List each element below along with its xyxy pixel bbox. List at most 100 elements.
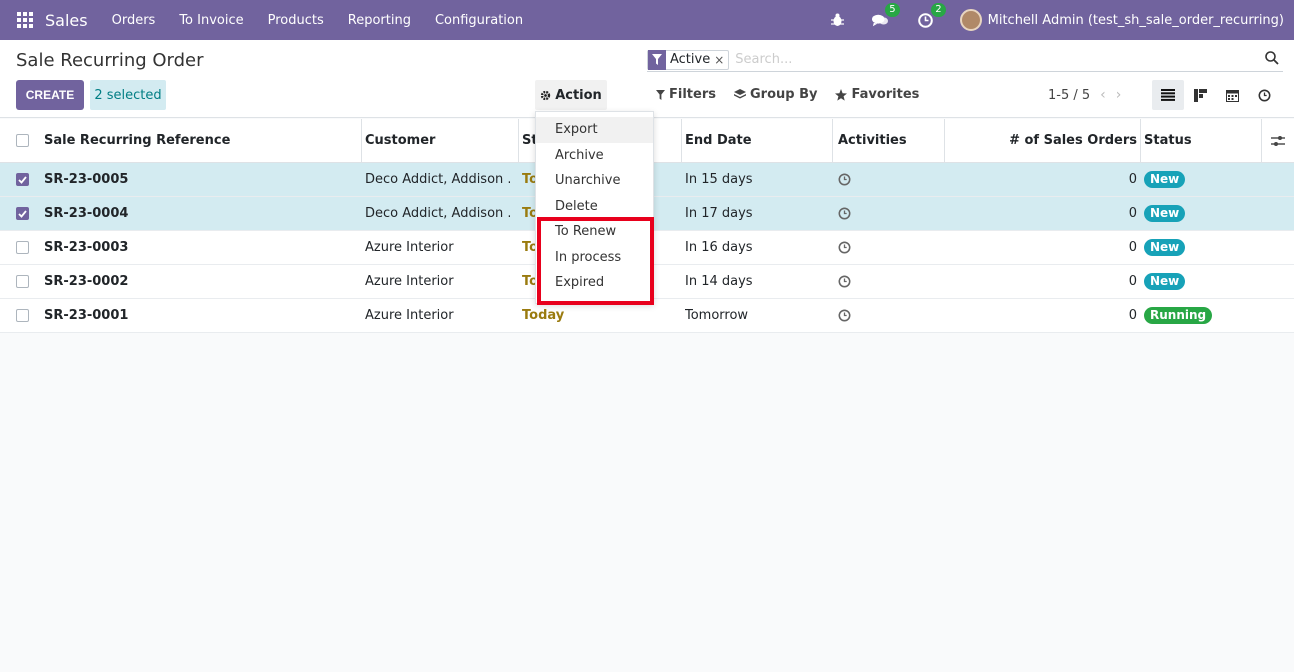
row-sales-orders[interactable]: 0 bbox=[946, 197, 1137, 230]
facet-remove-icon[interactable]: × bbox=[714, 53, 728, 67]
search-options: Filters Group By Favorites bbox=[656, 87, 919, 102]
row-checkbox[interactable] bbox=[16, 207, 29, 220]
row-status-cell: New bbox=[1144, 163, 1262, 196]
calendar-view-icon[interactable] bbox=[1216, 80, 1248, 110]
row-select-cell bbox=[16, 163, 30, 196]
pager-next-icon[interactable]: › bbox=[1116, 87, 1122, 103]
user-avatar[interactable] bbox=[959, 9, 982, 31]
search-input[interactable] bbox=[735, 52, 1256, 67]
col-status[interactable]: Status bbox=[1144, 119, 1262, 162]
search-facet: Active × bbox=[647, 49, 730, 70]
groupby-toggle[interactable]: Group By bbox=[733, 87, 817, 102]
action-archive[interactable]: Archive bbox=[536, 143, 653, 169]
create-button[interactable]: CREATE bbox=[16, 80, 84, 110]
col-end-date[interactable]: End Date bbox=[685, 119, 829, 162]
row-status-cell: New bbox=[1144, 265, 1262, 298]
favorites-toggle[interactable]: Favorites bbox=[835, 87, 919, 102]
row-checkbox[interactable] bbox=[16, 241, 29, 254]
status-badge: New bbox=[1144, 171, 1186, 188]
row-end-date[interactable]: In 17 days bbox=[685, 197, 829, 230]
row-sales-orders[interactable]: 0 bbox=[946, 163, 1137, 196]
select-all-cell bbox=[16, 119, 30, 162]
favorites-label: Favorites bbox=[851, 87, 920, 102]
col-ref[interactable]: Sale Recurring Reference bbox=[44, 119, 360, 162]
row-end-date[interactable]: Tomorrow bbox=[685, 299, 829, 332]
search-icon[interactable] bbox=[1265, 51, 1279, 69]
list-view-icon[interactable] bbox=[1152, 80, 1184, 110]
filters-toggle[interactable]: Filters bbox=[656, 87, 716, 102]
action-export[interactable]: Export bbox=[536, 117, 653, 143]
row-status-cell: Running bbox=[1144, 299, 1262, 332]
row-customer[interactable]: Deco Addict, Addison ... bbox=[365, 163, 510, 196]
row-end-date[interactable]: In 16 days bbox=[685, 231, 829, 264]
filters-label: Filters bbox=[669, 87, 716, 102]
page-title: Sale Recurring Order bbox=[16, 50, 204, 71]
selected-count: 2 selected bbox=[90, 80, 166, 110]
select-all-checkbox[interactable] bbox=[16, 134, 29, 147]
kanban-view-icon[interactable] bbox=[1184, 80, 1216, 110]
row-customer[interactable]: Deco Addict, Addison ... bbox=[365, 197, 510, 230]
menu-orders[interactable]: Orders bbox=[100, 13, 168, 28]
row-customer[interactable]: Azure Interior bbox=[365, 299, 510, 332]
search-bar: Active × bbox=[647, 48, 1283, 72]
app-brand[interactable]: Sales bbox=[45, 11, 88, 30]
row-sales-orders[interactable]: 0 bbox=[946, 299, 1137, 332]
pager-value[interactable]: 1-5 / 5 bbox=[1048, 88, 1090, 103]
pager-prev-icon[interactable]: ‹ bbox=[1100, 87, 1106, 103]
menu-reporting[interactable]: Reporting bbox=[336, 13, 423, 28]
action-dropdown-menu: Export Archive Unarchive Delete To Renew… bbox=[535, 111, 654, 304]
row-customer[interactable]: Azure Interior bbox=[365, 231, 510, 264]
row-sales-orders[interactable]: 0 bbox=[946, 265, 1137, 298]
activity-clock-icon[interactable]: 2 bbox=[918, 3, 946, 28]
row-checkbox[interactable] bbox=[16, 309, 29, 322]
chat-icon[interactable]: 5 bbox=[871, 3, 900, 28]
view-switcher bbox=[1152, 80, 1280, 110]
activity-clock-icon[interactable] bbox=[838, 197, 942, 230]
row-select-cell bbox=[16, 231, 30, 264]
row-reference[interactable]: SR-23-0003 bbox=[44, 231, 360, 264]
optional-columns-icon[interactable] bbox=[1262, 119, 1294, 162]
facet-label: Active bbox=[670, 52, 711, 67]
row-end-date[interactable]: In 15 days bbox=[685, 163, 829, 196]
row-checkbox[interactable] bbox=[16, 173, 29, 186]
activity-view-icon[interactable] bbox=[1248, 80, 1280, 110]
gear-icon bbox=[541, 90, 551, 100]
row-select-cell bbox=[16, 299, 30, 332]
row-reference[interactable]: SR-23-0004 bbox=[44, 197, 360, 230]
action-button[interactable]: Action bbox=[535, 80, 607, 110]
row-reference[interactable]: SR-23-0002 bbox=[44, 265, 360, 298]
activity-clock-icon[interactable] bbox=[838, 163, 942, 196]
row-checkbox[interactable] bbox=[16, 275, 29, 288]
activity-clock-icon[interactable] bbox=[838, 299, 942, 332]
status-badge: New bbox=[1144, 239, 1186, 256]
star-icon bbox=[835, 88, 848, 101]
row-reference[interactable]: SR-23-0001 bbox=[44, 299, 360, 332]
status-badge: New bbox=[1144, 205, 1186, 222]
row-end-date[interactable]: In 14 days bbox=[685, 265, 829, 298]
activity-clock-icon[interactable] bbox=[838, 231, 942, 264]
action-to-renew[interactable]: To Renew bbox=[536, 219, 653, 245]
apps-menu-icon[interactable] bbox=[17, 12, 33, 28]
table-row[interactable]: SR-23-0001 Azure Interior Today Tomorrow 0 Ru… bbox=[0, 299, 1294, 333]
col-sales-orders[interactable]: # of Sales Orders bbox=[946, 119, 1137, 162]
menu-to-invoice[interactable]: To Invoice bbox=[167, 13, 255, 28]
user-name[interactable]: Mitchell Admin (test_sh_sale_order_recur… bbox=[988, 13, 1284, 28]
row-reference[interactable]: SR-23-0005 bbox=[44, 163, 360, 196]
filter-icon bbox=[656, 89, 665, 100]
row-status-cell: New bbox=[1144, 231, 1262, 264]
row-sales-orders[interactable]: 0 bbox=[946, 231, 1137, 264]
action-expired[interactable]: Expired bbox=[536, 270, 653, 296]
col-customer[interactable]: Customer bbox=[365, 119, 510, 162]
action-unarchive[interactable]: Unarchive bbox=[536, 168, 653, 194]
menu-configuration[interactable]: Configuration bbox=[423, 13, 535, 28]
row-select-cell bbox=[16, 197, 30, 230]
action-in-process[interactable]: In process bbox=[536, 245, 653, 271]
filter-funnel-icon bbox=[648, 49, 666, 70]
col-activities[interactable]: Activities bbox=[838, 119, 942, 162]
action-delete[interactable]: Delete bbox=[536, 194, 653, 220]
row-select-cell bbox=[16, 265, 30, 298]
activity-clock-icon[interactable] bbox=[838, 265, 942, 298]
row-customer[interactable]: Azure Interior bbox=[365, 265, 510, 298]
bug-icon[interactable] bbox=[830, 12, 846, 28]
menu-products[interactable]: Products bbox=[256, 13, 336, 28]
